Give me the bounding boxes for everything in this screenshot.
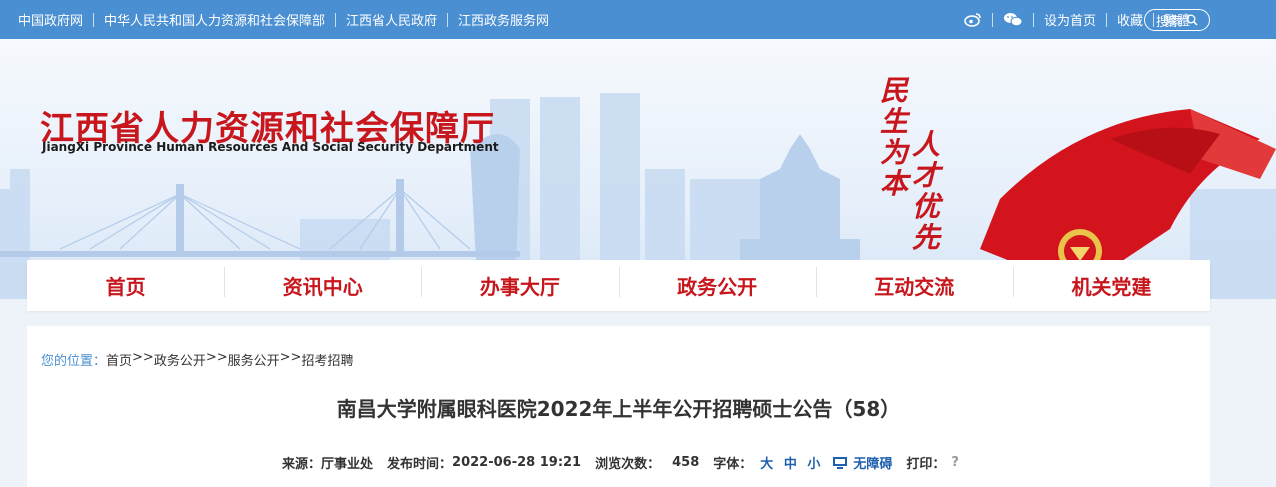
divider (335, 12, 337, 27)
accessibility-icon[interactable] (832, 456, 848, 470)
print-label: 打印： (906, 457, 946, 472)
link-gov-cn[interactable]: 中国政府网 (18, 10, 83, 29)
time-label: 发布时间： (387, 457, 453, 472)
nav-item-news[interactable]: 资讯中心 (224, 267, 421, 300)
site-title-english: JiangXi Province Human Resources And Soc… (42, 140, 499, 154)
link-jiangxi-service[interactable]: 江西政务服务网 (458, 10, 549, 29)
views-count: 458 (672, 455, 700, 470)
nav-item-home[interactable]: 首页 (27, 271, 224, 300)
breadcrumb-home[interactable]: 首页 (106, 350, 132, 369)
slogan-right: 人才优先 (912, 128, 941, 254)
breadcrumb-public-affairs[interactable]: 政务公开 (154, 350, 206, 369)
article-panel: 您的位置： 首页 >> 政务公开 >> 服务公开 >> 招考招聘 南昌大学附属眼… (27, 326, 1210, 487)
external-links: 中国政府网 中华人民共和国人力资源和社会保障部 江西省人民政府 江西政务服务网 (18, 0, 549, 39)
article-meta: 来源： 厅事业处 发布时间： 2022-06-28 19:21 浏览次数： 45… (282, 453, 959, 472)
weibo-icon[interactable] (964, 12, 982, 27)
divider (1105, 12, 1107, 27)
print-icon[interactable]: ? (951, 455, 959, 470)
breadcrumb-service-public[interactable]: 服务公开 (228, 350, 280, 369)
link-mohrss[interactable]: 中华人民共和国人力资源和社会保障部 (104, 10, 325, 29)
divider (1032, 12, 1034, 27)
breadcrumb-separator: >> (205, 350, 228, 365)
nav-item-interaction[interactable]: 互动交流 (815, 267, 1013, 300)
top-bar: 中国政府网 中华人民共和国人力资源和社会保障部 江西省人民政府 江西政务服务网 … (0, 0, 1276, 39)
font-size-large[interactable]: 大 (760, 457, 773, 472)
publish-time: 2022-06-28 19:21 (452, 455, 582, 470)
nav-item-party[interactable]: 机关党建 (1012, 267, 1210, 300)
font-label: 字体： (713, 457, 753, 472)
font-size-small[interactable]: 小 (807, 457, 820, 472)
breadcrumb-label: 您的位置： (41, 354, 107, 369)
font-size-options: 大 中 小 (760, 453, 826, 472)
accessibility-link[interactable]: 无障碍 (853, 453, 892, 472)
nav-item-services[interactable]: 办事大厅 (421, 267, 618, 300)
search-icon (1186, 14, 1198, 26)
breadcrumb-recruitment[interactable]: 招考招聘 (301, 350, 353, 369)
source-label: 来源： (282, 457, 322, 472)
source-value: 厅事业处 (321, 457, 374, 472)
breadcrumb: 您的位置： 首页 >> 政务公开 >> 服务公开 >> 招考招聘 (41, 350, 353, 369)
search-label: 搜索 (1155, 14, 1182, 30)
divider (991, 12, 993, 27)
slogan-left: 民生为本 (880, 74, 909, 200)
set-homepage-link[interactable]: 设为首页 (1044, 10, 1096, 29)
views-label: 浏览次数： (595, 457, 661, 472)
link-jiangxi-gov[interactable]: 江西省人民政府 (346, 10, 437, 29)
breadcrumb-separator: >> (279, 350, 302, 365)
wechat-icon[interactable] (1003, 12, 1023, 27)
main-nav: 首页 资讯中心 办事大厅 政务公开 互动交流 机关党建 (27, 260, 1210, 311)
font-size-medium[interactable]: 中 (784, 457, 797, 472)
nav-item-public-affairs[interactable]: 政务公开 (618, 267, 816, 300)
article-title: 南昌大学附属眼科医院2022年上半年公开招聘硕士公告（58） (336, 397, 901, 421)
favorite-link[interactable]: 收藏 (1117, 10, 1143, 29)
divider (93, 12, 95, 27)
divider (447, 12, 449, 27)
search-button[interactable]: 搜索 (1144, 9, 1210, 31)
breadcrumb-separator: >> (132, 350, 154, 365)
